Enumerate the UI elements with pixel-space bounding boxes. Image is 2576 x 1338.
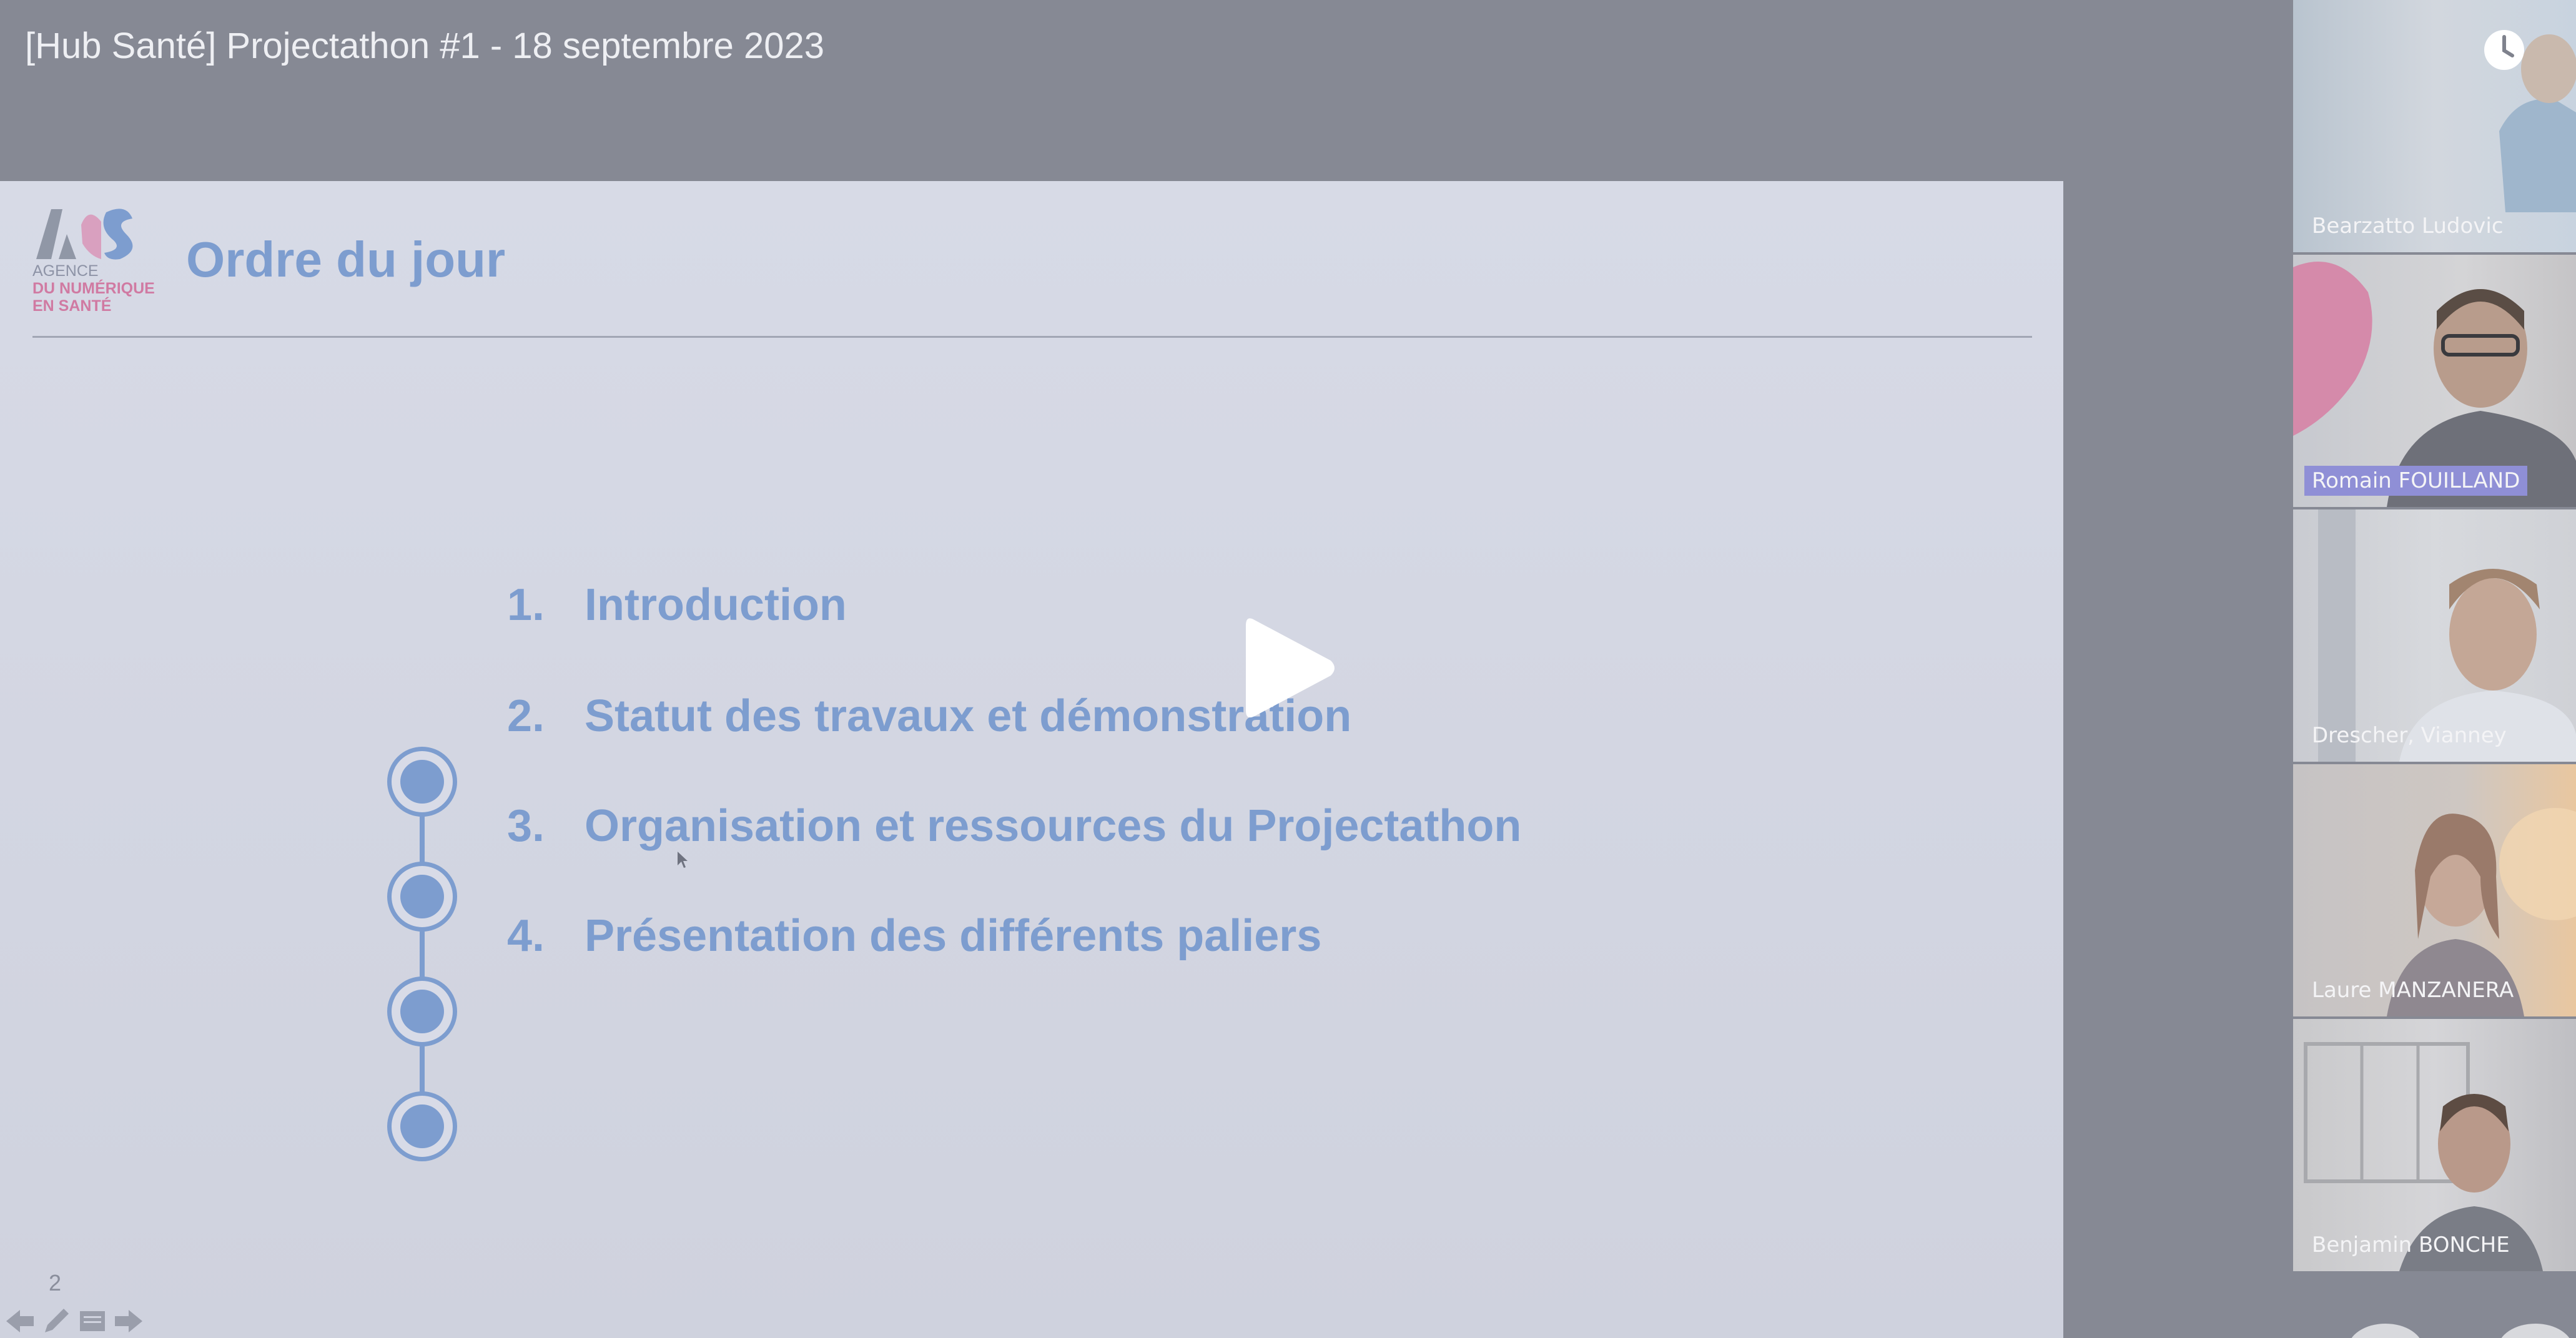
agenda-item-number: 3.	[507, 801, 545, 851]
arrow-right-icon[interactable]	[112, 1305, 145, 1337]
logo-line-numerique: DU NUMÉRIQUE	[32, 280, 155, 297]
bottom-avatars	[2351, 1324, 2570, 1338]
agenda-item-label: Introduction	[585, 580, 847, 630]
presentation-slide: AGENCE DU NUMÉRIQUE EN SANTÉ Ordre du jo…	[0, 181, 2063, 1338]
play-icon[interactable]	[1240, 612, 1340, 724]
participant-tile: Laure MANZANERA	[2293, 764, 2576, 1016]
notes-icon[interactable]	[76, 1305, 109, 1337]
logo-line-sante: EN SANTÉ	[32, 297, 112, 315]
agenda-item: 1. Introduction	[507, 579, 847, 631]
slide-title-divider	[32, 336, 2032, 338]
agenda-bullet-1	[387, 747, 457, 817]
video-title: [Hub Santé] Projectathon #1 - 18 septemb…	[25, 26, 825, 66]
agenda-item-label: Organisation et ressources du Projectath…	[585, 801, 1522, 851]
logo-text: AGENCE DU NUMÉRIQUE EN SANTÉ	[32, 262, 155, 315]
participant-name: Laure MANZANERA	[2312, 978, 2514, 1003]
agenda-item-label: Présentation des différents paliers	[585, 911, 1322, 961]
agenda-item: 3. Organisation et ressources du Projecta…	[507, 800, 1521, 852]
pen-icon[interactable]	[40, 1305, 72, 1337]
participant-tile: Drescher, Vianney	[2293, 509, 2576, 762]
arrow-left-icon[interactable]	[4, 1305, 36, 1337]
agenda-item-number: 1.	[507, 580, 545, 630]
participant-tile: Bearzatto Ludovic	[2293, 0, 2576, 252]
participants-panel: Bearzatto Ludovic Romain FOUILLAND Dresc…	[2293, 0, 2576, 1338]
agenda-bullet-2	[387, 862, 457, 932]
slide-page-number: 2	[49, 1270, 62, 1296]
agenda-item: 2. Statut des travaux et démonstration	[507, 691, 1351, 742]
clock-icon[interactable]	[2482, 28, 2526, 72]
agenda-item-number: 4.	[507, 911, 545, 961]
participant-name: Benjamin BONCHE	[2312, 1232, 2510, 1257]
agenda-bullet-4	[387, 1091, 457, 1161]
agenda-item-number: 2.	[507, 691, 545, 741]
participant-name: Bearzatto Ludovic	[2312, 214, 2504, 239]
participant-name: Romain FOUILLAND	[2304, 466, 2528, 496]
agenda-item-label: Statut des travaux et démonstration	[585, 691, 1352, 741]
slide-title: Ordre du jour	[186, 232, 506, 287]
agenda-item: 4. Présentation des différents paliers	[507, 910, 1321, 962]
participant-tile: Romain FOUILLAND	[2293, 255, 2576, 507]
mouse-cursor-icon	[678, 852, 688, 868]
participant-name: Drescher, Vianney	[2312, 723, 2507, 748]
participant-tile: Benjamin BONCHE	[2293, 1019, 2576, 1271]
slide-controls	[4, 1305, 145, 1337]
logo-line-agence: AGENCE	[32, 262, 99, 280]
agenda-timeline-line	[420, 780, 425, 1130]
agenda-bullet-3	[387, 976, 457, 1046]
